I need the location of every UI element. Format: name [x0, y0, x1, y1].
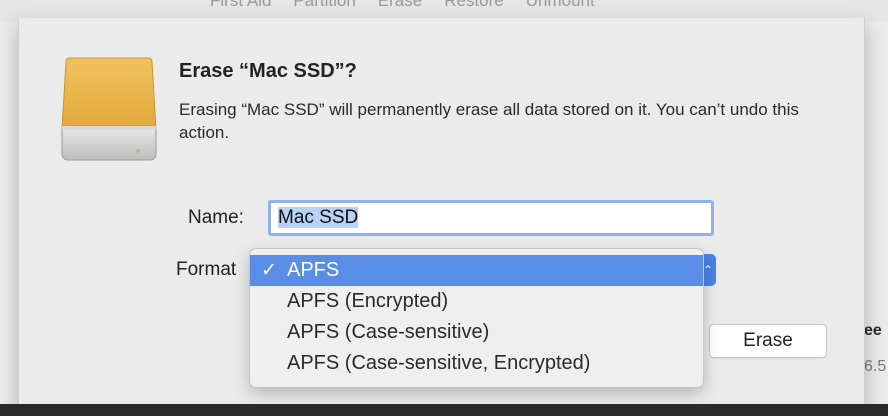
dialog-title: Erase “Mac SSD”? [179, 60, 357, 82]
dialog-message: Erasing “Mac SSD” will permanently erase… [179, 100, 799, 142]
name-input[interactable]: Mac SSD [268, 200, 714, 236]
format-option-apfs-encrypted[interactable]: APFS (Encrypted) [250, 286, 703, 317]
format-option-label: APFS (Case-sensitive, Encrypted) [287, 352, 591, 374]
format-option-label: APFS (Case-sensitive) [287, 321, 490, 343]
format-option-label: APFS [287, 259, 340, 281]
checkmark-icon: ✓ [261, 260, 277, 281]
toolbar-restore[interactable]: Restore [444, 0, 504, 11]
format-option-apfs[interactable]: ✓ APFS [250, 255, 703, 286]
format-option-apfs-case-sensitive[interactable]: APFS (Case-sensitive) [250, 317, 703, 348]
format-label: Format [176, 259, 237, 280]
format-option-apfs-case-sensitive-encrypted[interactable]: APFS (Case-sensitive, Encrypted) [250, 348, 703, 379]
toolbar-partition[interactable]: Partition [293, 0, 355, 11]
window-edge [0, 404, 888, 416]
internal-disk-icon [61, 57, 157, 161]
erase-button[interactable]: Erase [709, 324, 827, 358]
name-input-value: Mac SSD [278, 207, 359, 228]
name-label: Name: [188, 207, 244, 228]
toolbar-unmount[interactable]: Unmount [526, 0, 595, 11]
toolbar-erase[interactable]: Erase [378, 0, 422, 11]
disk-utility-window: First Aid Partition Erase Restore Unmoun… [0, 0, 888, 416]
background-info-value: 6.5 [864, 358, 887, 375]
format-option-label: APFS (Encrypted) [287, 290, 449, 312]
background-info-label: ee [864, 322, 882, 339]
format-menu: ✓ APFS APFS (Encrypted) APFS (Case-sensi… [249, 248, 704, 388]
toolbar-first-aid[interactable]: First Aid [210, 0, 271, 11]
